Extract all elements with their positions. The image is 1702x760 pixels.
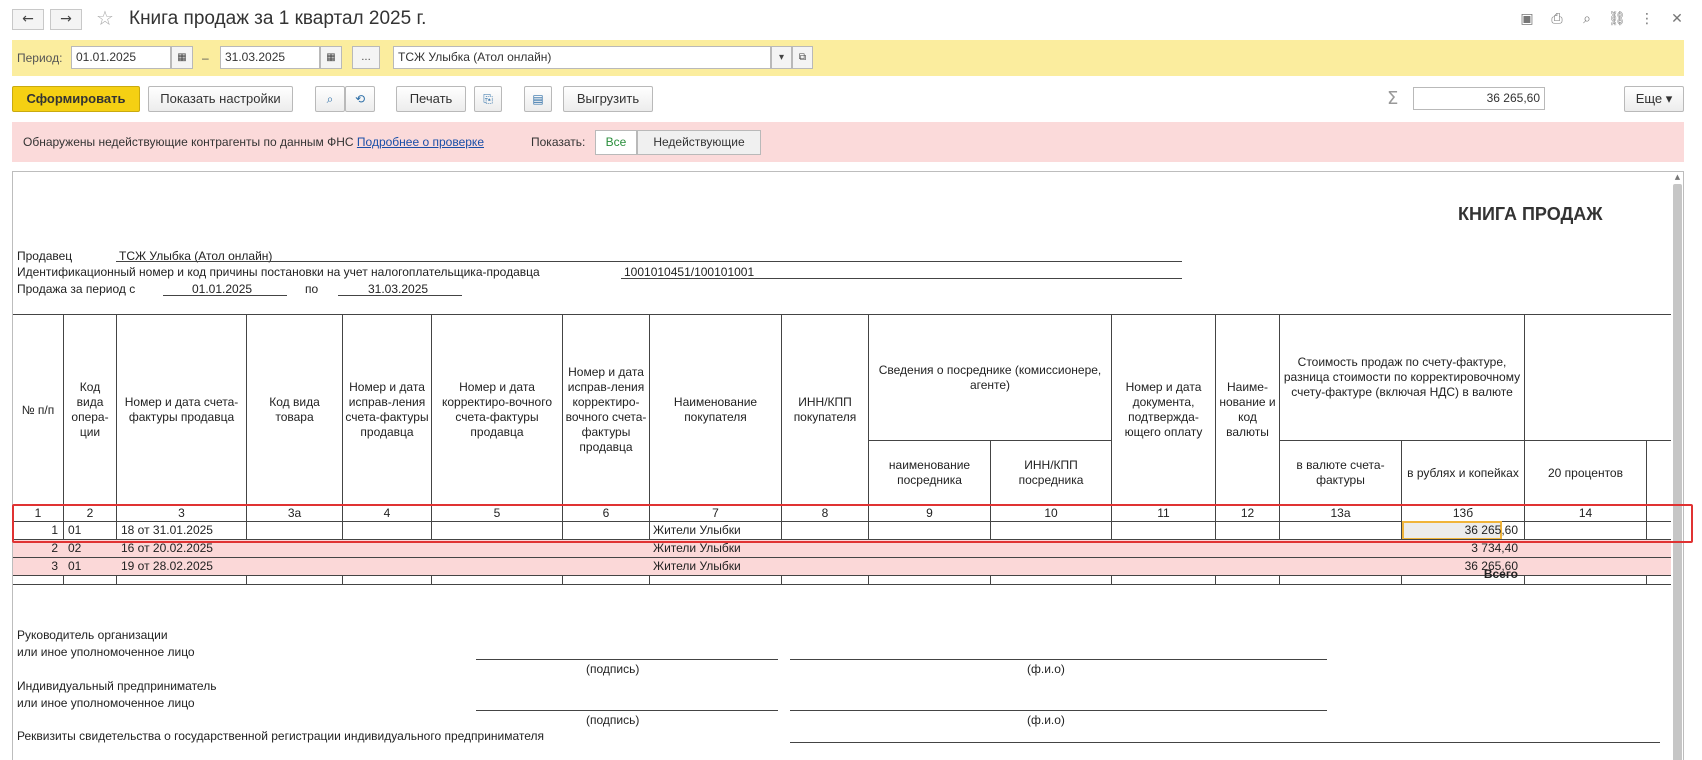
filter-inactive-button[interactable]: Недействующие xyxy=(637,130,761,155)
print-preview-icon[interactable]: ⎘ xyxy=(474,86,502,112)
vertical-scrollbar[interactable] xyxy=(1673,184,1682,760)
col-header: № п/п xyxy=(21,402,55,417)
row-buyer: Жители Улыбки xyxy=(653,559,741,573)
sign1-fio-caption: (ф.и.о) xyxy=(1027,662,1065,676)
inn-label: Идентификационный номер и код причины по… xyxy=(17,265,540,279)
table-bottom-border xyxy=(13,584,1671,585)
col-header: Наименование покупателя xyxy=(673,395,758,424)
seller-underline xyxy=(116,261,1182,262)
col-header: ИНН/КПП посредника xyxy=(1018,458,1084,487)
sign2-line-a: Индивидуальный предприниматель xyxy=(17,679,217,693)
col-header: Номер и дата счета-фактуры продавца xyxy=(124,395,239,424)
period-from-underline xyxy=(163,295,287,296)
highlight-frame xyxy=(12,504,1693,543)
sign2-signature-caption: (подпись) xyxy=(586,713,640,727)
print-icon[interactable]: ⎙ xyxy=(1547,9,1567,29)
more-vert-icon[interactable]: ⋮ xyxy=(1637,9,1657,29)
organization-select[interactable]: ТСЖ Улыбка (Атол онлайн) xyxy=(393,46,771,69)
period-from-label: Продажа за период с xyxy=(17,282,136,296)
seller-inn: 1001010451/100101001 xyxy=(624,265,755,279)
forward-icon[interactable]: → xyxy=(50,9,82,30)
col-header: Сведения о посреднике (комиссионере, аге… xyxy=(878,362,1102,392)
more-button[interactable]: Еще ▾ xyxy=(1624,86,1684,112)
show-settings-button[interactable]: Показать настройки xyxy=(148,86,293,112)
col-header: 20 процентов xyxy=(1548,465,1623,480)
period-to-input[interactable]: 31.03.2025 xyxy=(220,46,320,69)
sigma-icon: Σ xyxy=(1387,88,1399,109)
period-dash: – xyxy=(202,51,209,65)
sum-field: 36 265,60 xyxy=(1413,87,1545,110)
period-label: Период: xyxy=(17,51,63,65)
col-header: Номер и дата документа, подтвержда-ющего… xyxy=(1124,380,1203,439)
period-to-underline xyxy=(338,295,462,296)
window-title: Книга продаж за 1 квартал 2025 г. xyxy=(129,8,427,29)
col-header: Стоимость продаж по счету-фактуре, разни… xyxy=(1283,355,1521,399)
generate-button[interactable]: Сформировать xyxy=(12,86,140,112)
period-from-input[interactable]: 01.01.2025 xyxy=(71,46,171,69)
toolbar: Сформировать Показать настройки ⌕ ⟲ Печа… xyxy=(0,84,1702,118)
sign2-fio-caption: (ф.и.о) xyxy=(1027,713,1065,727)
col-header: Наиме-нование и код валюты xyxy=(1219,380,1276,439)
sign1-signature-caption: (подпись) xyxy=(586,662,640,676)
col-header: наименование посредника xyxy=(888,458,971,487)
sign2-signature-line xyxy=(476,710,778,711)
period-select-button[interactable]: ... xyxy=(352,46,380,69)
sign1-line-a: Руководитель организации xyxy=(17,628,168,642)
show-label: Показать: xyxy=(531,135,586,149)
col-header: в валюте счета-фактуры xyxy=(1296,458,1385,487)
export-button[interactable]: Выгрузить xyxy=(563,86,653,112)
inn-underline xyxy=(621,278,1182,279)
total-label: Всего xyxy=(1483,567,1518,581)
row-number: 3 xyxy=(51,559,58,573)
requisites-label: Реквизиты свидетельства о государственно… xyxy=(17,729,545,743)
row-op-code: 01 xyxy=(68,559,82,573)
favorite-star-icon[interactable]: ☆ xyxy=(96,6,114,30)
open-org-icon[interactable]: ⧉ xyxy=(792,46,813,69)
calendar-from-icon[interactable]: ▦ xyxy=(171,46,193,69)
search-icon[interactable]: ⌕ xyxy=(315,86,345,112)
report-heading: КНИГА ПРОДАЖ xyxy=(1458,204,1603,224)
back-icon[interactable]: ← xyxy=(12,9,44,30)
col-header: в рублях и копейках xyxy=(1407,465,1519,480)
col-header: Номер и дата корректиро-вочного счета-фа… xyxy=(442,380,552,439)
close-icon[interactable]: ✕ xyxy=(1667,9,1687,29)
scroll-up-icon[interactable]: ▲ xyxy=(1673,173,1682,183)
calendar-to-icon[interactable]: ▦ xyxy=(320,46,342,69)
check-details-link[interactable]: Подробнее о проверке xyxy=(357,135,484,149)
search-reset-icon[interactable]: ⟲ xyxy=(345,86,375,112)
col-header: Номер и дата исправ-ления корректиро-воч… xyxy=(565,365,647,454)
period-to-label: по xyxy=(305,282,319,296)
title-bar: ← → ☆ Книга продаж за 1 квартал 2025 г. … xyxy=(0,0,1702,38)
report-period-to: 31.03.2025 xyxy=(368,282,429,296)
col-header: Номер и дата исправ-ления счета-фактуры … xyxy=(345,380,429,439)
period-bar: Период: 01.01.2025 ▦ – 31.03.2025 ▦ ... … xyxy=(12,40,1684,76)
report-period-from: 01.01.2025 xyxy=(192,282,253,296)
save-disk-icon[interactable]: ▤ xyxy=(524,86,552,112)
row-invoice: 19 от 28.02.2025 xyxy=(121,559,213,573)
col-header: ИНН/КПП покупателя xyxy=(793,395,857,424)
save-icon[interactable]: ▣ xyxy=(1517,9,1537,29)
sign1-fio-line xyxy=(790,659,1327,660)
alert-message: Обнаружены недействующие контрагенты по … xyxy=(23,135,484,149)
sign1-signature-line xyxy=(476,659,778,660)
col-header: Код вида опера-ции xyxy=(71,380,109,439)
print-button[interactable]: Печать xyxy=(396,86,466,112)
sign2-fio-line xyxy=(790,710,1327,711)
sign1-line-b: или иное уполномоченное лицо xyxy=(17,645,195,659)
col-header: Код вида товара xyxy=(269,395,320,424)
seller-label: Продавец xyxy=(17,249,73,263)
chevron-down-icon[interactable]: ▾ xyxy=(771,46,792,69)
report-document[interactable]: ▲ КНИГА ПРОДАЖ Продавец ТСЖ Улыбка (Атол… xyxy=(12,171,1684,760)
preview-icon[interactable]: ⌕ xyxy=(1577,9,1597,29)
requisites-line xyxy=(790,742,1660,743)
sign2-line-b: или иное уполномоченное лицо xyxy=(17,696,195,710)
filter-all-button[interactable]: Все xyxy=(595,130,637,155)
link-icon[interactable]: ⛓ xyxy=(1607,9,1627,29)
inactive-counterparties-alert: Обнаружены недействующие контрагенты по … xyxy=(12,122,1684,162)
